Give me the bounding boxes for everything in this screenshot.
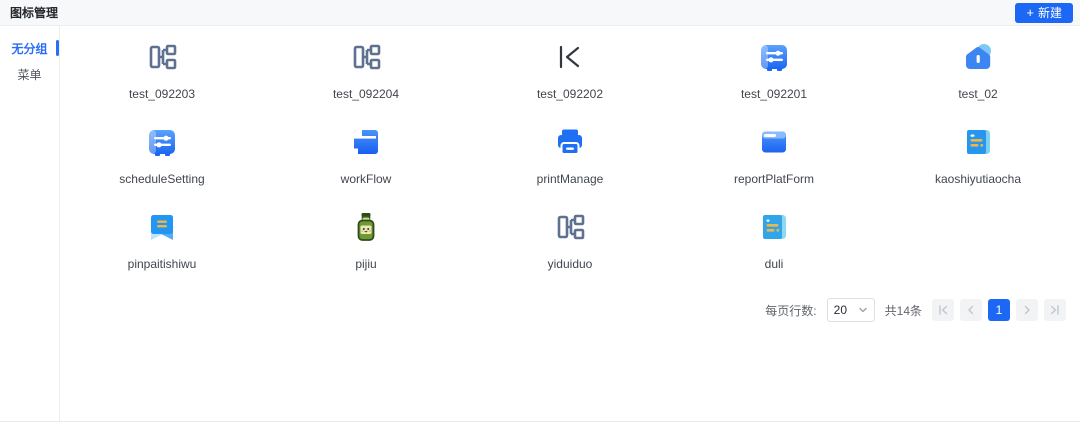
house-icon	[958, 37, 998, 77]
component-icon	[353, 44, 381, 70]
icon-grid: test_092203 test_092204 test_092202 test…	[60, 31, 1080, 286]
scroll-icon	[967, 130, 990, 154]
icon-label: test_02	[958, 87, 998, 101]
skip-back-icon	[550, 37, 590, 77]
icon-label: test_092201	[740, 87, 808, 101]
icon-card[interactable]: test_02	[876, 31, 1080, 116]
icon-card[interactable]: yiduiduo	[468, 201, 672, 286]
rows-per-page-label: 每页行数:	[765, 303, 817, 318]
beer-bottle-icon	[357, 213, 375, 241]
icon-label: pinpaitishiwu	[127, 257, 197, 271]
chevron-down-icon	[858, 305, 868, 315]
component-icon	[149, 44, 177, 70]
first-page-icon	[939, 305, 948, 315]
sidebar-item-label: 菜单	[17, 67, 42, 82]
bookmark-ribbon-icon	[151, 215, 173, 240]
prev-page-button[interactable]	[960, 299, 982, 321]
next-page-button[interactable]	[1016, 299, 1038, 321]
printer-icon	[550, 122, 590, 162]
bookmark-ribbon-icon	[142, 207, 182, 247]
sliders-icon	[754, 37, 794, 77]
icon-card[interactable]: kaoshiyutiaocha	[876, 116, 1080, 201]
sidebar-item-label: 无分组	[11, 41, 48, 56]
main-content: test_092203 test_092204 test_092202 test…	[60, 26, 1080, 421]
scroll-icon	[958, 122, 998, 162]
last-page-button[interactable]	[1044, 299, 1066, 321]
pagination-bar: 每页行数: 20 共14条 1	[60, 286, 1080, 322]
icon-label: test_092204	[332, 87, 400, 101]
body: 无分组 菜单 test_092203 test_092204 test_0922…	[0, 26, 1080, 421]
icon-label: test_092202	[536, 87, 604, 101]
workflow-folder-icon	[346, 122, 386, 162]
icon-card[interactable]: duli	[672, 201, 876, 286]
icon-label: test_092203	[128, 87, 196, 101]
scroll-light-icon	[754, 207, 794, 247]
icon-card[interactable]: test_092203	[60, 31, 264, 116]
component-icon	[550, 207, 590, 247]
plus-icon: +	[1026, 5, 1034, 20]
scroll-light-icon	[763, 215, 786, 239]
workflow-folder-icon	[354, 130, 378, 154]
page-size-value: 20	[833, 303, 847, 317]
sliders-icon	[761, 45, 787, 71]
chevron-left-icon	[968, 305, 974, 315]
icon-label: scheduleSetting	[119, 172, 205, 186]
icon-card[interactable]: scheduleSetting	[60, 116, 264, 201]
icon-label: pijiu	[355, 257, 377, 271]
icon-card[interactable]: printManage	[468, 116, 672, 201]
page-number-button[interactable]: 1	[988, 299, 1010, 321]
icon-label: yiduiduo	[547, 257, 593, 271]
icon-card[interactable]: reportPlatForm	[672, 116, 876, 201]
icon-label: reportPlatForm	[733, 172, 815, 186]
house-icon	[965, 44, 991, 69]
icon-label: printManage	[536, 172, 604, 186]
new-button-label: 新建	[1037, 5, 1062, 20]
component-icon	[346, 37, 386, 77]
new-button[interactable]: + 新建	[1015, 2, 1073, 23]
pager-buttons: 1	[932, 299, 1066, 321]
icon-label: duli	[764, 257, 784, 271]
report-card-icon	[754, 122, 794, 162]
first-page-button[interactable]	[932, 299, 954, 321]
sliders-icon	[142, 122, 182, 162]
icon-manager-app: 图标管理 + 新建 无分组 菜单 test_092203 test_092204…	[0, 0, 1080, 422]
icon-label: workFlow	[340, 172, 392, 186]
chevron-right-icon	[1024, 305, 1030, 315]
skip-back-icon	[559, 45, 580, 69]
sidebar: 无分组 菜单	[0, 26, 60, 421]
last-page-icon	[1050, 305, 1059, 315]
component-icon	[557, 214, 585, 240]
icon-card[interactable]: pijiu	[264, 201, 468, 286]
icon-card[interactable]: test_092204	[264, 31, 468, 116]
icon-label: kaoshiyutiaocha	[934, 172, 1022, 186]
beer-bottle-icon	[346, 207, 386, 247]
icon-card[interactable]: pinpaitishiwu	[60, 201, 264, 286]
sidebar-item-ungrouped[interactable]: 无分组	[0, 36, 59, 60]
icon-card[interactable]: test_092202	[468, 31, 672, 116]
page-size-select[interactable]: 20	[826, 298, 875, 322]
sliders-icon	[149, 130, 175, 156]
active-indicator	[56, 40, 59, 56]
icon-card[interactable]: workFlow	[264, 116, 468, 201]
report-card-icon	[762, 131, 786, 153]
printer-icon	[558, 129, 582, 155]
page-title: 图标管理	[10, 6, 59, 20]
sidebar-item-menu[interactable]: 菜单	[0, 62, 59, 86]
icon-card[interactable]: test_092201	[672, 31, 876, 116]
total-count-label: 共14条	[884, 303, 922, 318]
component-icon	[142, 37, 182, 77]
header: 图标管理 + 新建	[0, 0, 1080, 26]
